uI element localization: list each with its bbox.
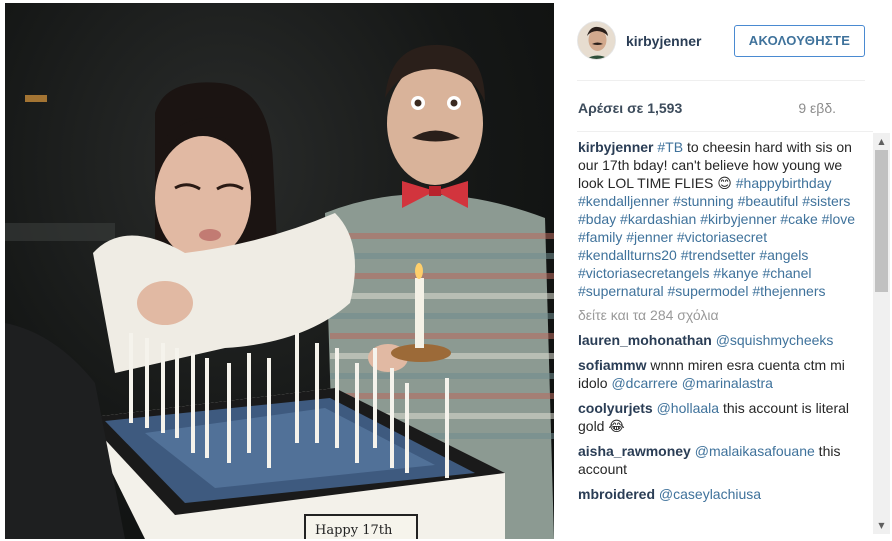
hashtag-link[interactable]: #thejenners [752,283,825,299]
caption: kirbyjenner #TB to cheesin hard with sis… [578,138,868,300]
hashtag-link[interactable]: #happybirthday [736,175,832,191]
follow-button[interactable]: ΑΚΟΛΟΥΘΗΣΤΕ [734,25,865,57]
scroll-up-icon[interactable]: ▲ [873,133,890,150]
comments-scrollbar[interactable]: ▲ ▼ [873,133,890,534]
comments-list: kirbyjenner #TB to cheesin hard with sis… [578,138,868,533]
comment-username[interactable]: sofiammw [578,357,646,373]
caption-username[interactable]: kirbyjenner [578,139,653,155]
hashtag-link[interactable]: #supermodel [668,283,749,299]
mention-link[interactable]: @dcarrere [611,375,677,391]
avatar[interactable] [577,21,616,60]
comment-username[interactable]: mbroidered [578,486,655,502]
hashtag-link[interactable]: #victoriasecret [677,229,767,245]
hashtag-link[interactable]: #trendsetter [681,247,756,263]
hashtag-link[interactable]: #bday [578,211,616,227]
hashtag-link[interactable]: #victoriasecretangels [578,265,710,281]
post-photo[interactable]: Happy 17th [5,3,554,539]
view-more-comments-link[interactable]: δείτε και τα 284 σχόλια [578,306,868,324]
comment-item: mbroidered @caseylachiusa [578,485,868,503]
mention-link[interactable]: @squishmycheeks [716,332,834,348]
comment-item: aisha_rawmoney @malaikasafouane this acc… [578,442,868,478]
likes-count[interactable]: Αρέσει σε 1,593 [578,100,682,116]
comment-item: lauren_mohonathan @squishmycheeks [578,331,868,349]
scroll-down-icon[interactable]: ▼ [873,517,890,534]
hashtag-link[interactable]: #TB [657,139,683,155]
hashtag-link[interactable]: #jenner [626,229,673,245]
post-age[interactable]: 9 εβδ. [798,100,836,116]
mention-link[interactable]: @marinalastra [682,375,773,391]
post-header: kirbyjenner ΑΚΟΛΟΥΘΗΣΤΕ [556,0,892,80]
hashtag-link[interactable]: #kendalljenner [578,193,669,209]
comment-username[interactable]: aisha_rawmoney [578,443,691,459]
hashtag-link[interactable]: #beautiful [738,193,799,209]
username[interactable]: kirbyjenner [626,33,701,49]
hashtag-link[interactable]: #chanel [762,265,811,281]
mention-link[interactable]: @malaikasafouane [695,443,815,459]
cake-writing: Happy 17th [315,523,393,538]
hashtag-link[interactable]: #sisters [802,193,850,209]
hashtag-link[interactable]: #supernatural [578,283,664,299]
hashtag-link[interactable]: #cake [780,211,817,227]
post-sidebar: kirbyjenner ΑΚΟΛΟΥΘΗΣΤΕ Αρέσει σε 1,593 … [556,0,892,541]
hashtag-link[interactable]: #kirbyjenner [700,211,776,227]
comment-items: lauren_mohonathan @squishmycheeks sofiamm… [578,331,868,503]
hashtag-link[interactable]: #love [822,211,855,227]
mention-link[interactable]: @caseylachiusa [659,486,761,502]
comment-item: coolyurjets @hollaala this account is li… [578,399,868,435]
header-divider [577,80,865,81]
avatar-image [578,22,615,59]
comment-username[interactable]: lauren_mohonathan [578,332,712,348]
likes-divider [577,131,873,132]
hashtag-link[interactable]: #stunning [673,193,734,209]
birthday-photo-illustration: Happy 17th [5,44,554,539]
hashtag-link[interactable]: #kardashian [620,211,696,227]
scrollbar-thumb[interactable] [875,150,888,292]
comment-username[interactable]: coolyurjets [578,400,653,416]
hashtag-link[interactable]: #family [578,229,622,245]
comment-item: sofiammw wnnn miren esra cuenta ctm mi i… [578,356,868,392]
hashtag-link[interactable]: #kendallturns20 [578,247,677,263]
hashtag-link[interactable]: #kanye [713,265,758,281]
hashtag-link[interactable]: #angels [759,247,808,263]
mention-link[interactable]: @hollaala [657,400,719,416]
